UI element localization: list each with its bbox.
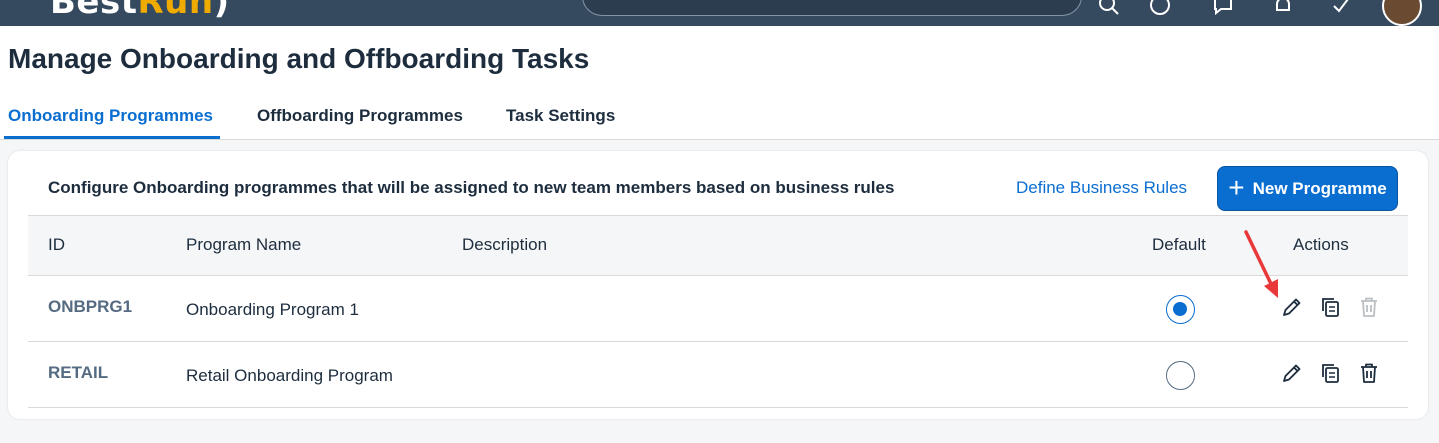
edit-icon[interactable] bbox=[1281, 362, 1303, 384]
tab-onboarding-programmes[interactable]: Onboarding Programmes bbox=[8, 106, 213, 126]
page-header: Manage Onboarding and Offboarding Tasks … bbox=[0, 26, 1439, 140]
column-header-default: Default bbox=[1152, 235, 1206, 254]
delete-icon bbox=[1361, 297, 1377, 317]
column-header-description: Description bbox=[462, 235, 548, 254]
page-title: Manage Onboarding and Offboarding Tasks bbox=[8, 43, 590, 74]
define-business-rules-link[interactable]: Define Business Rules bbox=[1016, 178, 1187, 198]
global-search-input[interactable] bbox=[582, 0, 1082, 16]
default-radio[interactable] bbox=[1166, 361, 1195, 390]
tab-task-settings[interactable]: Task Settings bbox=[506, 106, 615, 126]
column-header-program-name: Program Name bbox=[186, 235, 302, 254]
default-radio[interactable] bbox=[1166, 295, 1195, 324]
help-icon[interactable] bbox=[1149, 0, 1171, 16]
plus-icon: + bbox=[1228, 171, 1245, 203]
annotation-arrow bbox=[1244, 230, 1278, 298]
chat-icon[interactable] bbox=[1212, 0, 1234, 16]
apps-icon[interactable] bbox=[1330, 0, 1352, 16]
active-tab-indicator bbox=[4, 136, 220, 139]
table-row[interactable]: RETAIL Retail Onboarding Program bbox=[28, 342, 1408, 408]
company-logo[interactable]: BestRun) bbox=[50, 0, 230, 22]
column-header-id: ID bbox=[48, 235, 65, 254]
search-icon[interactable] bbox=[1098, 0, 1120, 16]
notification-icon[interactable] bbox=[1272, 0, 1294, 16]
table-header: ID Program Name Description Default Acti… bbox=[28, 215, 1408, 276]
card-description: Configure Onboarding programmes that wil… bbox=[48, 178, 895, 197]
programmes-card: Configure Onboarding programmes that wil… bbox=[8, 151, 1428, 419]
row-program-name: Onboarding Program 1 bbox=[186, 300, 359, 319]
row-program-name: Retail Onboarding Program bbox=[186, 366, 393, 385]
shell-bar: BestRun) bbox=[0, 0, 1439, 26]
copy-icon[interactable] bbox=[1320, 296, 1342, 318]
row-id: RETAIL bbox=[48, 363, 109, 382]
tab-offboarding-programmes[interactable]: Offboarding Programmes bbox=[257, 106, 463, 126]
table-row[interactable]: ONBPRG1 Onboarding Program 1 bbox=[28, 276, 1408, 342]
new-programme-button[interactable]: + New Programme bbox=[1217, 166, 1398, 211]
copy-icon[interactable] bbox=[1320, 362, 1342, 384]
user-avatar[interactable] bbox=[1382, 0, 1422, 26]
new-programme-label: New Programme bbox=[1252, 178, 1387, 198]
delete-icon[interactable] bbox=[1358, 362, 1380, 384]
row-id: ONBPRG1 bbox=[48, 297, 133, 316]
column-header-actions: Actions bbox=[1293, 235, 1349, 254]
